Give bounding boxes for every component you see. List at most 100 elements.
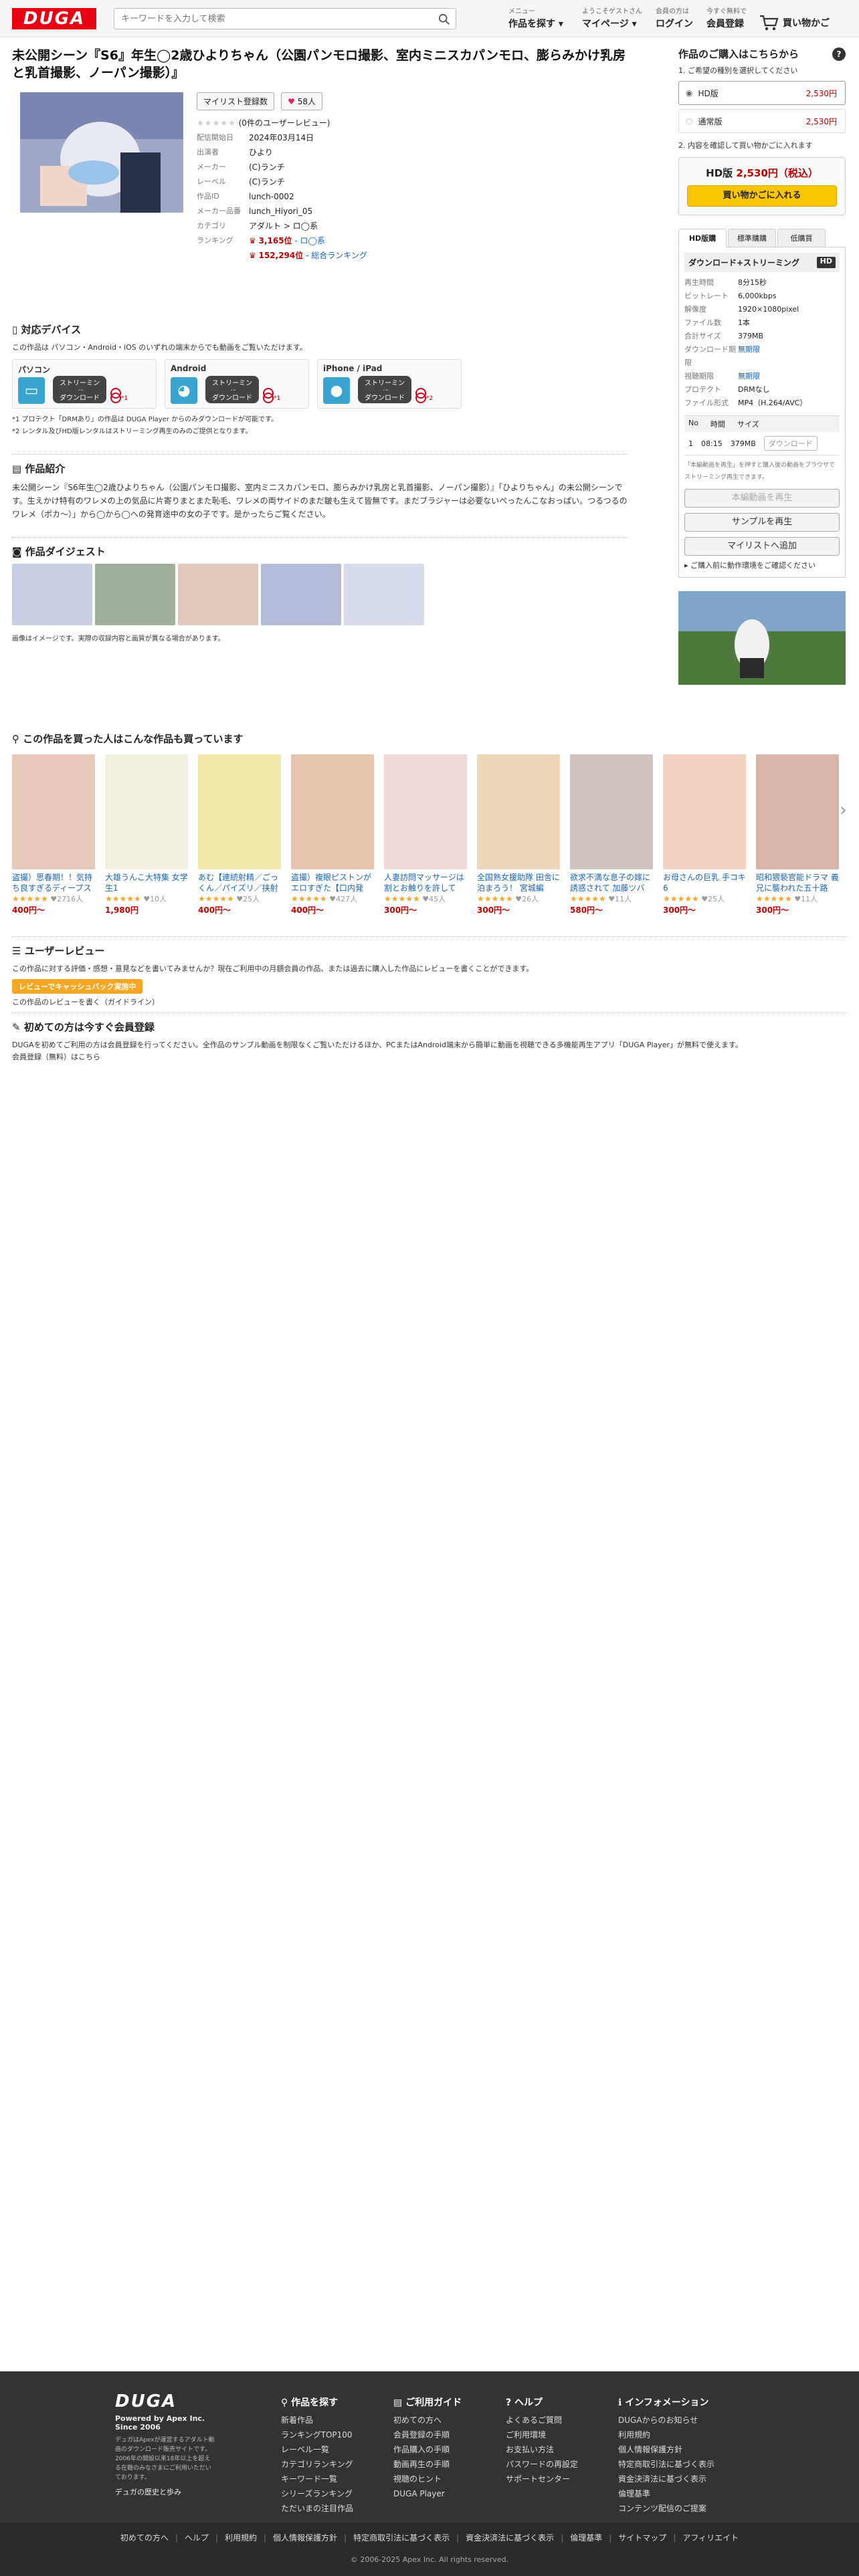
write-review-link[interactable]: この作品のレビューを書く（ガイドライン） — [12, 996, 847, 1008]
nav-login[interactable]: 会員の方は ログイン — [656, 5, 693, 32]
footer-link[interactable]: 資金決済法に基づく表示 — [618, 2472, 714, 2486]
category-link[interactable]: アダルト > ロ◯系 — [249, 219, 318, 233]
help-icon[interactable]: ? — [832, 47, 846, 61]
recommend-image[interactable] — [756, 754, 839, 869]
recommend-card[interactable]: 盗撮）複眼ピストンがエロすぎた【口内発 ★★★★★ ♥427人 400円〜 — [291, 754, 374, 916]
search-input[interactable] — [114, 9, 429, 29]
footer-bottom-link[interactable]: 特定商取引法に基づく表示 — [353, 2533, 450, 2543]
recommend-image[interactable] — [291, 754, 374, 869]
recommend-title[interactable]: 欲求不満な息子の嫁に誘惑されて 加藤ツバ — [570, 872, 653, 893]
option-hd[interactable]: ◉ HD版 2,530円 — [678, 81, 846, 105]
add-to-cart-button[interactable]: 買い物かごに入れる — [687, 185, 837, 207]
footer-bottom-link[interactable]: 利用規約 — [225, 2533, 257, 2543]
footer-link[interactable]: 初めての方へ — [393, 2413, 462, 2428]
footer-bottom-link[interactable]: 個人情報保護方針 — [273, 2533, 337, 2543]
radio-icon[interactable]: ◉ — [686, 88, 692, 98]
nav-browse[interactable]: メニュー 作品を探す ▾ — [508, 5, 563, 32]
footer-link[interactable]: 作品購入の手順 — [393, 2442, 462, 2457]
maker-link[interactable]: (C)ランチ — [249, 160, 285, 175]
digest-image[interactable] — [261, 564, 341, 625]
recommend-card[interactable]: 昭和猥褻官能ドラマ 義兄に襲われた五十路 ★★★★★ ♥11人 300円〜 — [756, 754, 839, 916]
play-sample-button[interactable]: サンプルを再生 — [684, 513, 840, 532]
carousel-next-icon[interactable]: › — [840, 798, 847, 821]
sidebar-banner[interactable] — [678, 591, 846, 685]
footer-link[interactable]: よくあるご質問 — [506, 2413, 578, 2428]
env-check-link[interactable]: ▸ ご購入前に動作環境をご確認ください — [684, 560, 840, 572]
footer-bottom-link[interactable]: 資金決済法に基づく表示 — [466, 2533, 554, 2543]
footer-link[interactable]: レーベル一覧 — [281, 2442, 353, 2457]
recommend-title[interactable]: 盗撮）思春期！！気持ち良すぎるディープス — [12, 872, 95, 893]
search-icon[interactable] — [438, 13, 450, 25]
digest-image[interactable] — [95, 564, 175, 625]
rank-overall-link[interactable]: - 総合ランキング — [306, 251, 367, 260]
tab-low[interactable]: 低購買 — [777, 229, 826, 247]
tab-hd[interactable]: HD版購 — [678, 229, 727, 247]
recommend-card[interactable]: 盗撮）思春期！！気持ち良すぎるディープス ★★★★★ ♥2716人 400円〜 — [12, 754, 95, 916]
nav-mypage[interactable]: ようこそゲストさん マイページ ▾ — [582, 5, 642, 32]
recommend-title[interactable]: 昭和猥褻官能ドラマ 義兄に襲われた五十路 — [756, 872, 839, 893]
footer-link[interactable]: キーワード一覧 — [281, 2472, 353, 2486]
footer-bottom-link[interactable]: サイトマップ — [618, 2533, 666, 2543]
footer-bottom-link[interactable]: 倫理基準 — [570, 2533, 602, 2543]
recommend-image[interactable] — [198, 754, 281, 869]
recommend-image[interactable] — [384, 754, 467, 869]
history-link[interactable]: デュガの歴史と歩み — [115, 2486, 209, 2497]
file-download-button[interactable]: ダウンロード — [763, 436, 818, 451]
recommend-card[interactable]: 人妻訪問マッサージは割とお触りを許して ★★★★★ ♥45人 300円〜 — [384, 754, 467, 916]
footer-bottom-link[interactable]: 初めての方へ — [120, 2533, 169, 2543]
footer-bottom-link[interactable]: ヘルプ — [185, 2533, 209, 2543]
footer-logo[interactable]: DUGA — [115, 2391, 209, 2411]
performer-link[interactable]: ひより — [249, 145, 273, 160]
footer-link[interactable]: コンテンツ配信のご提案 — [618, 2501, 714, 2516]
recommend-title[interactable]: 人妻訪問マッサージは割とお触りを許して — [384, 872, 467, 893]
footer-link[interactable]: DUGA Player — [393, 2486, 462, 2501]
footer-link[interactable]: ランキングTOP100 — [281, 2428, 353, 2442]
radio-icon[interactable]: ○ — [686, 116, 692, 126]
recommend-title[interactable]: あむ【連続射精／ごっくん／パイズリ／挟射 — [198, 872, 281, 893]
recommend-image[interactable] — [663, 754, 746, 869]
footer-link[interactable]: ご利用環境 — [506, 2428, 578, 2442]
footer-link[interactable]: 個人情報保護方針 — [618, 2442, 714, 2457]
option-standard[interactable]: ○ 通常版 2,530円 — [678, 109, 846, 133]
recommend-card[interactable]: 欲求不満な息子の嫁に誘惑されて 加藤ツバ ★★★★★ ♥11人 580円〜 — [570, 754, 653, 916]
footer-link[interactable]: 動画再生の手順 — [393, 2457, 462, 2472]
footer-link[interactable]: お支払い方法 — [506, 2442, 578, 2457]
footer-link[interactable]: 倫理基準 — [618, 2486, 714, 2501]
footer-link[interactable]: 新着作品 — [281, 2413, 353, 2428]
footer-link[interactable]: パスワードの再設定 — [506, 2457, 578, 2472]
play-main-button[interactable]: 本編動画を再生 — [684, 489, 840, 508]
recommend-card[interactable]: 全国熟女援助隊 田舎に泊まろう！ 宮城編 ★★★★★ ♥26人 300円〜 — [477, 754, 560, 916]
cart-link[interactable]: 買い物かご — [759, 9, 830, 36]
recommend-title[interactable]: お母さんの巨乳 手コキ6 — [663, 872, 746, 893]
footer-link[interactable]: DUGAからのお知らせ — [618, 2413, 714, 2428]
digest-image[interactable] — [344, 564, 424, 625]
add-mylist-button[interactable]: マイリストへ追加 — [684, 537, 840, 556]
footer-bottom-link[interactable]: アフィリエイト — [682, 2533, 739, 2543]
recommend-title[interactable]: 全国熟女援助隊 田舎に泊まろう！ 宮城編 — [477, 872, 560, 893]
footer-link[interactable]: シリーズランキング — [281, 2486, 353, 2501]
cashback-badge[interactable]: レビューでキャッシュバック実施中 — [12, 979, 143, 994]
rank-category-link[interactable]: - ロ◯系 — [294, 236, 325, 245]
footer-link[interactable]: サポートセンター — [506, 2472, 578, 2486]
label-link[interactable]: (C)ランチ — [249, 175, 285, 189]
digest-image[interactable] — [12, 564, 92, 625]
product-thumbnail[interactable] — [20, 92, 183, 213]
footer-link[interactable]: 視聴のヒント — [393, 2472, 462, 2486]
footer-link[interactable]: 会員登録の手順 — [393, 2428, 462, 2442]
recommend-title[interactable]: 盗撮）複眼ピストンがエロすぎた【口内発 — [291, 872, 374, 893]
footer-link[interactable]: カテゴリランキング — [281, 2457, 353, 2472]
recommend-image[interactable] — [570, 754, 653, 869]
recommend-card[interactable]: お母さんの巨乳 手コキ6 ★★★★★ ♥25人 300円〜 — [663, 754, 746, 916]
recommend-title[interactable]: 大雄うんこ大特集 女学生1 — [105, 872, 188, 893]
digest-image[interactable] — [178, 564, 258, 625]
recommend-image[interactable] — [12, 754, 95, 869]
recommend-image[interactable] — [105, 754, 188, 869]
duga-logo[interactable]: DUGA — [12, 8, 96, 29]
recommend-card[interactable]: あむ【連続射精／ごっくん／パイズリ／挟射 ★★★★★ ♥25人 400円〜 — [198, 754, 281, 916]
recommend-image[interactable] — [477, 754, 560, 869]
recommend-card[interactable]: 大雄うんこ大特集 女学生1 ★★★★★ ♥10人 1,980円 — [105, 754, 188, 916]
footer-link[interactable]: 特定商取引法に基づく表示 — [618, 2457, 714, 2472]
footer-link[interactable]: 利用規約 — [618, 2428, 714, 2442]
footer-link[interactable]: ただいまの注目作品 — [281, 2501, 353, 2516]
register-link[interactable]: 会員登録（無料）はこちら — [12, 1051, 847, 1063]
